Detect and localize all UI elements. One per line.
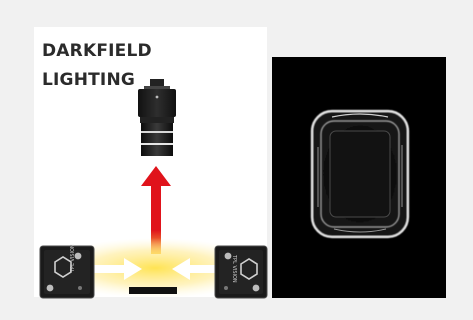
left-light-label: TPL VISION <box>70 244 76 273</box>
darkfield-sample-image <box>272 57 446 298</box>
sample-bar <box>129 287 177 294</box>
right-light-label: TPL VISION <box>231 254 237 283</box>
bar-light-right-icon: TPL VISION <box>214 245 268 299</box>
container-floor <box>329 130 391 218</box>
bar-light-left-icon: TPL VISION <box>39 244 95 299</box>
camera-icon <box>138 79 176 156</box>
